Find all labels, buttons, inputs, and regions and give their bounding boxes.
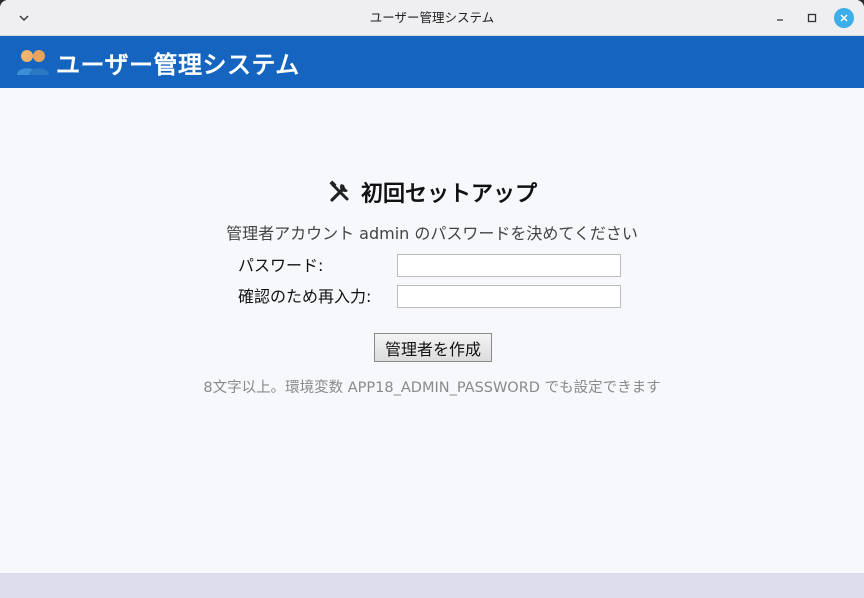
setup-heading: 初回セットアップ	[0, 176, 864, 208]
maximize-icon[interactable]	[802, 8, 822, 28]
app-title: ユーザー管理システム	[56, 50, 300, 79]
create-admin-button[interactable]: 管理者を作成	[374, 333, 492, 362]
password-row: パスワード:	[238, 254, 638, 278]
confirm-label: 確認のため再入力:	[238, 287, 372, 306]
users-icon	[16, 45, 50, 79]
close-icon[interactable]	[834, 8, 854, 28]
app-header: ユーザー管理システム	[0, 36, 864, 88]
hint-text: 8文字以上。環境変数 APP18_ADMIN_PASSWORD でも設定できます	[203, 380, 661, 396]
confirm-row: 確認のため再入力:	[238, 285, 638, 309]
setup-description: 管理者アカウント admin のパスワードを決めてください	[226, 224, 638, 243]
app-window: ユーザー管理システム ユーザー管理システム 初回セットアップ 管理者アカウント …	[0, 0, 864, 598]
confirm-password-input[interactable]	[397, 285, 621, 308]
setup-heading-text: 初回セットアップ	[360, 182, 537, 207]
window-title: ユーザー管理システム	[369, 10, 495, 25]
minimize-icon[interactable]	[770, 8, 790, 28]
password-label: パスワード:	[238, 256, 324, 275]
password-input[interactable]	[397, 254, 621, 277]
tools-icon	[327, 179, 353, 205]
setup-panel: 初回セットアップ 管理者アカウント admin のパスワードを決めてください パ…	[0, 88, 864, 573]
title-bar: ユーザー管理システム	[0, 0, 864, 36]
status-bar	[0, 573, 864, 598]
